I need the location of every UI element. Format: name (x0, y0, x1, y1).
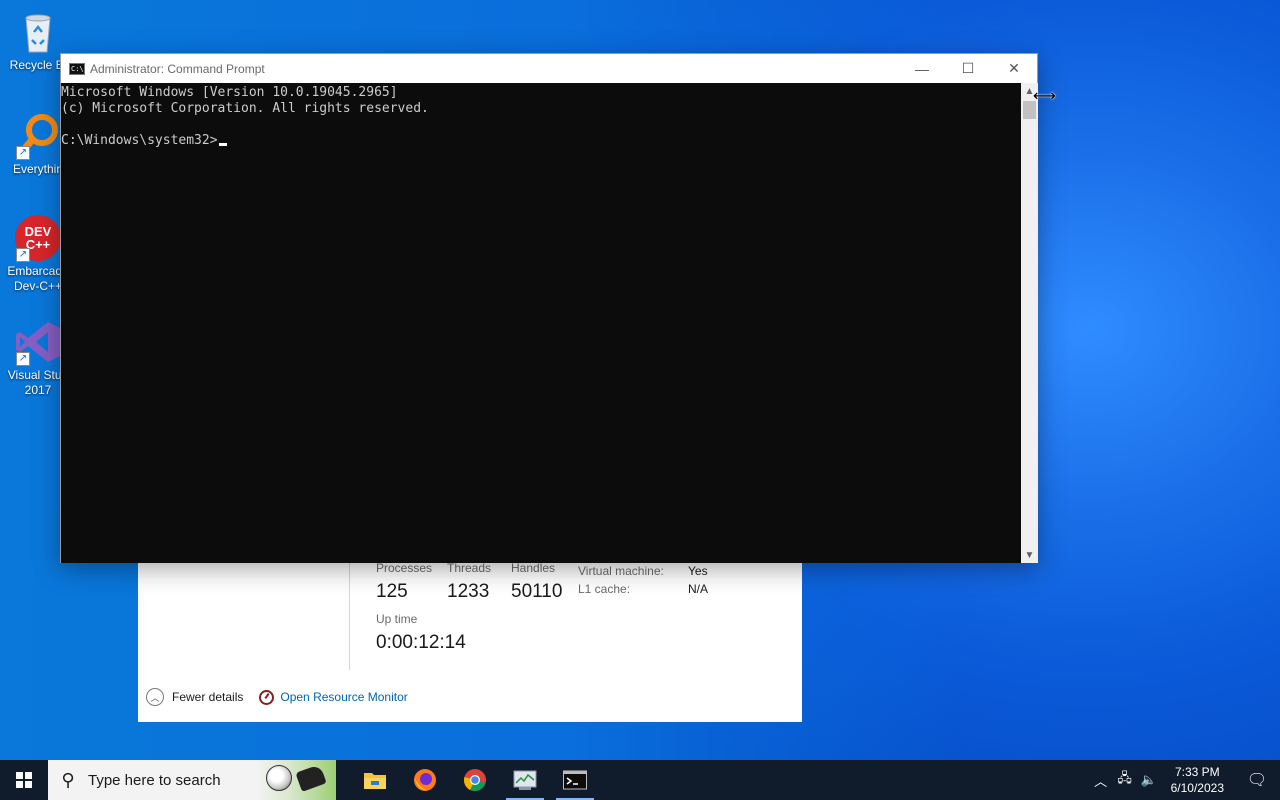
chrome-icon (464, 769, 486, 792)
virtual-machine-value: Yes (688, 564, 708, 578)
chevron-up-icon[interactable]: ︿ (1089, 771, 1113, 790)
shortcut-arrow-icon: ↗ (16, 248, 30, 262)
task-manager-icon (513, 770, 537, 790)
clock[interactable]: 7:33 PM 6/10/2023 (1161, 764, 1234, 796)
taskbar-chrome[interactable] (450, 760, 500, 800)
everything-search-icon: ↗ (14, 112, 62, 160)
taskbar: ⚲ Type here to search ︿ 🖧 🔈 7:33 PM 6/10… (0, 760, 1280, 800)
uptime-label: Up time (376, 612, 418, 626)
text-cursor (218, 143, 227, 146)
search-box[interactable]: ⚲ Type here to search (48, 760, 336, 800)
minimize-button[interactable]: — (899, 54, 945, 83)
folder-icon (364, 773, 386, 789)
firefox-icon (414, 769, 436, 791)
processes-label: Processes (376, 561, 433, 575)
task-manager-window: Processes 125 Threads 1233 Handles 50110… (138, 540, 802, 722)
console-prompt: C:\Windows\system32> (61, 133, 218, 148)
resize-cursor-icon: ⟷ (1033, 88, 1056, 105)
recycle-bin-icon (14, 8, 62, 56)
taskbar-firefox[interactable] (400, 760, 450, 800)
taskbar-command-prompt[interactable] (550, 760, 600, 800)
close-button[interactable]: ✕ (991, 54, 1037, 83)
open-resource-monitor-link[interactable]: Open Resource Monitor (280, 690, 407, 704)
taskbar-task-manager[interactable] (500, 760, 550, 800)
chevron-up-icon[interactable]: ︿ (146, 688, 164, 706)
console-line: (c) Microsoft Corporation. All rights re… (61, 101, 429, 116)
search-placeholder: Type here to search (88, 771, 221, 789)
start-button[interactable] (0, 760, 48, 800)
l1-cache-label: L1 cache: (578, 582, 631, 596)
task-manager-divider (349, 560, 350, 670)
network-icon[interactable]: 🖧 (1113, 769, 1137, 791)
scroll-down-arrow-icon[interactable]: ▼ (1021, 550, 1038, 561)
maximize-button[interactable]: ☐ (945, 54, 991, 83)
search-highlight-image[interactable] (256, 760, 336, 800)
console-prompt-line[interactable]: C:\Windows\system32> (61, 133, 1021, 149)
l1-cache-value: N/A (688, 582, 709, 596)
task-manager-footer: ︿ Fewer details Open Resource Monitor (146, 688, 408, 706)
soccer-boot-icon (295, 764, 327, 792)
window-title: Administrator: Command Prompt (90, 61, 265, 76)
visual-studio-icon: ↗ (14, 318, 62, 366)
taskbar-file-explorer[interactable] (350, 760, 400, 800)
shortcut-arrow-icon: ↗ (16, 146, 30, 160)
notifications-icon[interactable]: 🗨 (1234, 770, 1280, 790)
terminal-icon (563, 770, 587, 790)
windows-logo-icon (16, 772, 32, 788)
clock-date: 6/10/2023 (1170, 781, 1224, 795)
volume-muted-icon[interactable]: 🔈 (1137, 772, 1161, 788)
resource-monitor-icon (259, 689, 275, 705)
handles-label: Handles (511, 561, 556, 575)
dev-cpp-icon: DEV C++ ↗ (14, 214, 62, 262)
title-bar[interactable]: C:\ Administrator: Command Prompt — ☐ ✕ (61, 54, 1037, 83)
search-icon: ⚲ (61, 769, 75, 790)
processes-value: 125 (376, 581, 408, 602)
console-output[interactable]: Microsoft Windows [Version 10.0.19045.29… (61, 83, 1021, 563)
uptime-value: 0:00:12:14 (376, 632, 466, 653)
fewer-details-button[interactable]: Fewer details (172, 690, 243, 704)
soccer-ball-icon (266, 765, 292, 791)
console-line: Microsoft Windows [Version 10.0.19045.29… (61, 85, 398, 100)
clock-time: 7:33 PM (1174, 765, 1220, 779)
vertical-scrollbar[interactable]: ▲ ▼ (1021, 83, 1038, 563)
shortcut-arrow-icon: ↗ (16, 352, 30, 366)
threads-label: Threads (447, 561, 492, 575)
system-tray: ︿ 🖧 🔈 7:33 PM 6/10/2023 🗨 (1089, 760, 1280, 800)
threads-value: 1233 (447, 581, 490, 602)
command-prompt-icon: C:\ (69, 62, 85, 75)
handles-value: 50110 (511, 581, 563, 602)
command-prompt-window[interactable]: C:\ Administrator: Command Prompt — ☐ ✕ … (60, 53, 1038, 563)
virtual-machine-label: Virtual machine: (578, 564, 664, 578)
